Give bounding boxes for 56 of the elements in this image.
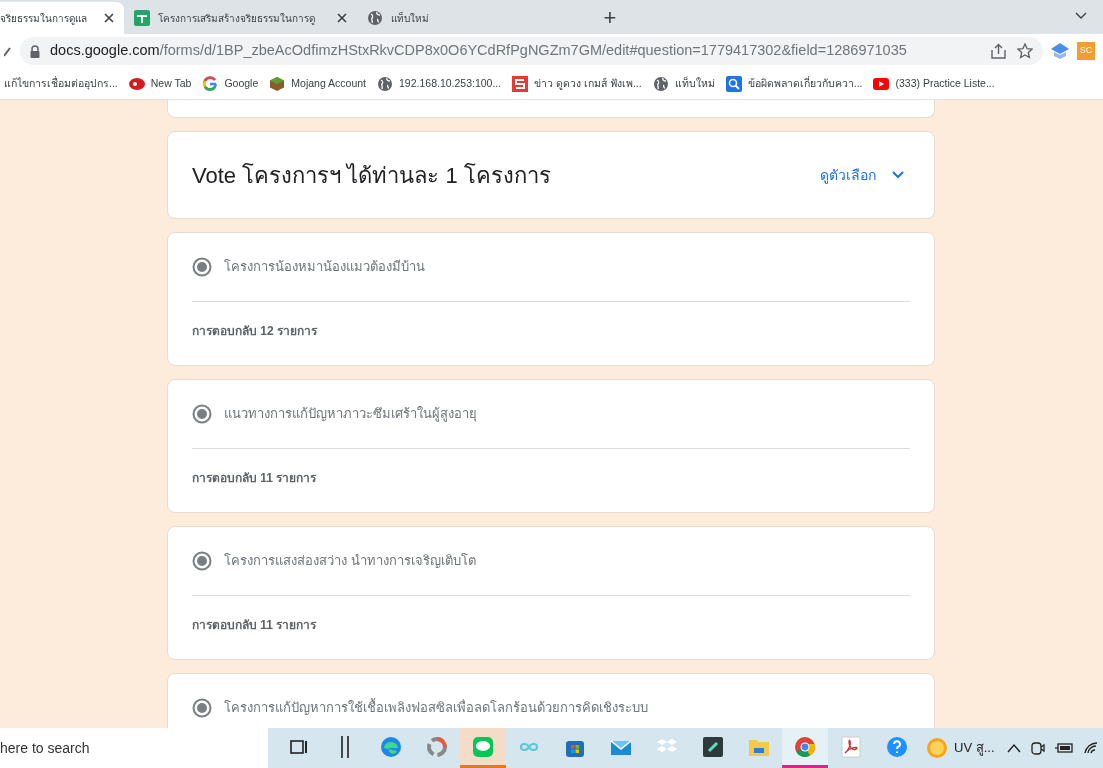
search-field[interactable]: here to search xyxy=(0,728,268,768)
help-icon xyxy=(886,735,908,758)
new-tab-button[interactable]: + xyxy=(596,4,624,32)
youtube-icon xyxy=(873,75,890,92)
wifi-icon[interactable] xyxy=(1082,741,1099,755)
globe-icon xyxy=(652,75,669,92)
chevron-up-icon[interactable] xyxy=(1006,743,1021,753)
extension-icon[interactable] xyxy=(1051,43,1069,59)
grass-block-icon xyxy=(269,75,286,92)
bookmark[interactable]: แท็บใหม่ xyxy=(652,75,715,92)
bookmark[interactable]: ข่าว ดูดวง เกมส์ ฟังเพ... xyxy=(512,75,642,92)
bookmark[interactable]: ข้อผิดพลาดเกี่ยวกับควา... xyxy=(725,75,863,92)
globe-icon xyxy=(367,10,383,26)
sun-icon xyxy=(926,737,948,759)
lock-icon[interactable] xyxy=(30,44,40,58)
address-bar[interactable]: docs.google.com/forms/d/1BP_zbeAcOdfimzHStxRkvCDP8x0O6YCdRfPgNGZm7GM/edit#question=1779417302&field=1286971035 xyxy=(20,37,1043,65)
option-label: โครงการแก้ปัญหาการใช้เชื้อเพลิงฟอสซิลเพื่อลดโลกร้อนด้วยการคิดเชิงระบบ xyxy=(224,698,648,718)
response-count: การตอบกลับ 11 รายการ xyxy=(192,617,318,634)
response-count: การตอบกลับ 11 รายการ xyxy=(192,470,318,487)
taskbar-app-button[interactable]: UV สู... xyxy=(920,728,1001,768)
bookmark[interactable]: Google xyxy=(202,75,259,92)
camera-icon[interactable] xyxy=(1030,740,1045,756)
option-label: แนวทางการแก้ปัญหาภาวะซึมเศร้าในผู้สูงอายุ xyxy=(224,405,477,424)
tab-title: จริยธรรมในการดูแล xyxy=(0,11,88,26)
view-options-button[interactable]: ดูตัวเลือก xyxy=(820,164,904,186)
bookmark[interactable]: New Tab xyxy=(128,75,192,92)
film-editor-icon xyxy=(702,735,724,758)
edge-icon xyxy=(380,735,402,758)
globe-icon xyxy=(377,75,393,92)
close-icon[interactable] xyxy=(104,13,114,23)
tab-title: โครงการเสริมสร้างจริยธรรมในการดู xyxy=(158,11,316,26)
response-count: การตอบกลับ 12 รายการ xyxy=(192,323,319,340)
browser-tab[interactable]: จริยธรรมในการดูแล xyxy=(0,2,124,34)
url-text: docs.google.com/forms/d/1BP_zbeAcOdfimzHStxRkvCDP8x0O6YCdRfPgNGZm7GM/edit#question=1779417302&field=1286971035 xyxy=(50,41,908,61)
bookmark[interactable]: แก้ไขการเชื่อมต่ออุปกร... xyxy=(4,75,118,92)
tab-search-icon[interactable] xyxy=(1075,12,1087,20)
bookmark[interactable]: 192.168.10.253:100... xyxy=(377,75,502,92)
chat-app-icon xyxy=(472,735,494,758)
ring-icon xyxy=(426,735,448,758)
chrome-icon xyxy=(794,735,816,758)
bookmark[interactable]: Mojang Account xyxy=(269,75,366,92)
bookmark[interactable]: (333) Practice Liste... xyxy=(873,75,995,92)
magnifier-icon xyxy=(725,75,742,92)
chevron-down-icon xyxy=(892,171,904,179)
share-icon[interactable] xyxy=(990,43,1007,59)
question-title: Vote โครงการฯ ได้ท่านละ 1 โครงการ xyxy=(192,161,552,190)
close-icon[interactable] xyxy=(337,13,347,23)
google-icon xyxy=(202,75,219,92)
document-icon xyxy=(134,10,150,26)
pdf-icon xyxy=(840,735,862,758)
widget-icon xyxy=(341,735,349,758)
option-label: โครงการน้องหมาน้องแมวต้องมีบ้าน xyxy=(224,258,425,277)
option-label: โครงการแสงส่องสว่าง นำทางการเจริญเติบโต xyxy=(224,552,476,571)
tab-title: แท็บใหม่ xyxy=(391,10,430,26)
battery-icon[interactable] xyxy=(1054,742,1073,754)
star-icon[interactable] xyxy=(1017,43,1033,59)
